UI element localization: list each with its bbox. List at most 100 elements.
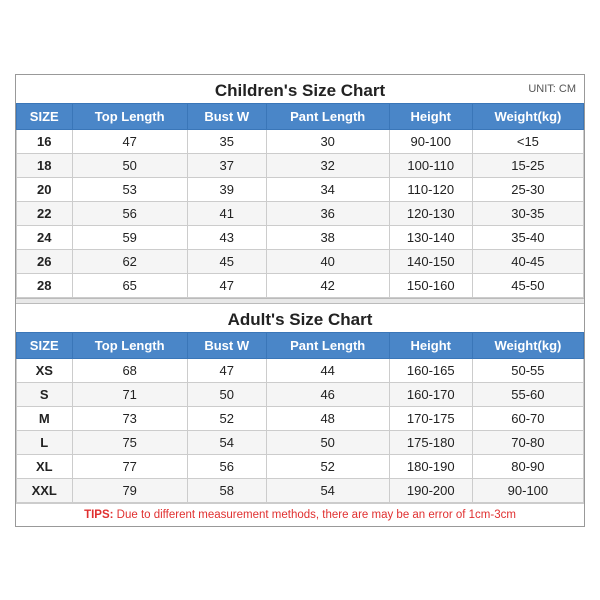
table-cell: 47 <box>72 129 187 153</box>
table-cell: 62 <box>72 249 187 273</box>
table-cell: 90-100 <box>389 129 472 153</box>
tips-text: Due to different measurement methods, th… <box>117 509 516 521</box>
children-col-size: SIZE <box>17 103 73 129</box>
table-cell: 58 <box>187 478 266 502</box>
tips-label: TIPS: <box>84 509 113 521</box>
table-cell: <15 <box>472 129 583 153</box>
table-cell: 160-165 <box>389 358 472 382</box>
adults-title-row: Adult's Size Chart <box>16 304 584 332</box>
table-cell: 65 <box>72 273 187 297</box>
table-cell: 26 <box>17 249 73 273</box>
table-cell: 170-175 <box>389 406 472 430</box>
table-cell: 140-150 <box>389 249 472 273</box>
table-cell: 56 <box>187 454 266 478</box>
table-cell: L <box>17 430 73 454</box>
table-cell: 43 <box>187 225 266 249</box>
table-cell: 160-170 <box>389 382 472 406</box>
table-cell: 30-35 <box>472 201 583 225</box>
table-cell: 16 <box>17 129 73 153</box>
table-row: L755450175-18070-80 <box>17 430 584 454</box>
table-cell: 60-70 <box>472 406 583 430</box>
children-col-toplength: Top Length <box>72 103 187 129</box>
table-cell: 50 <box>187 382 266 406</box>
table-cell: 25-30 <box>472 177 583 201</box>
table-cell: 54 <box>187 430 266 454</box>
children-col-height: Height <box>389 103 472 129</box>
table-cell: XL <box>17 454 73 478</box>
table-cell: 46 <box>266 382 389 406</box>
table-row: 18503732100-11015-25 <box>17 153 584 177</box>
adults-col-weight: Weight(kg) <box>472 332 583 358</box>
table-cell: 55-60 <box>472 382 583 406</box>
table-cell: 54 <box>266 478 389 502</box>
table-cell: 180-190 <box>389 454 472 478</box>
adults-col-toplength: Top Length <box>72 332 187 358</box>
children-table: SIZE Top Length Bust W Pant Length Heigh… <box>16 103 584 298</box>
adults-col-size: SIZE <box>17 332 73 358</box>
tips-row: TIPS: Due to different measurement metho… <box>16 503 584 526</box>
table-row: 28654742150-16045-50 <box>17 273 584 297</box>
table-cell: 110-120 <box>389 177 472 201</box>
size-chart-container: Children's Size Chart UNIT: CM SIZE Top … <box>15 74 585 527</box>
table-cell: 18 <box>17 153 73 177</box>
table-cell: 190-200 <box>389 478 472 502</box>
table-cell: 48 <box>266 406 389 430</box>
table-cell: 50 <box>72 153 187 177</box>
table-cell: 79 <box>72 478 187 502</box>
table-cell: 52 <box>187 406 266 430</box>
table-cell: 39 <box>187 177 266 201</box>
children-title-row: Children's Size Chart UNIT: CM <box>16 75 584 103</box>
table-cell: 53 <box>72 177 187 201</box>
table-cell: 38 <box>266 225 389 249</box>
table-row: XXL795854190-20090-100 <box>17 478 584 502</box>
adults-header-row: SIZE Top Length Bust W Pant Length Heigh… <box>17 332 584 358</box>
children-col-bustw: Bust W <box>187 103 266 129</box>
children-header-row: SIZE Top Length Bust W Pant Length Heigh… <box>17 103 584 129</box>
table-cell: 50-55 <box>472 358 583 382</box>
table-cell: 24 <box>17 225 73 249</box>
adults-col-height: Height <box>389 332 472 358</box>
table-cell: 100-110 <box>389 153 472 177</box>
table-cell: 40-45 <box>472 249 583 273</box>
table-cell: 32 <box>266 153 389 177</box>
table-cell: S <box>17 382 73 406</box>
table-cell: 44 <box>266 358 389 382</box>
table-cell: 75 <box>72 430 187 454</box>
table-cell: 45 <box>187 249 266 273</box>
table-row: 20533934110-12025-30 <box>17 177 584 201</box>
children-col-weight: Weight(kg) <box>472 103 583 129</box>
table-cell: 50 <box>266 430 389 454</box>
table-cell: 56 <box>72 201 187 225</box>
table-cell: 37 <box>187 153 266 177</box>
adults-title: Adult's Size Chart <box>228 310 373 329</box>
table-cell: 175-180 <box>389 430 472 454</box>
table-cell: 77 <box>72 454 187 478</box>
table-row: XS684744160-16550-55 <box>17 358 584 382</box>
adults-table: SIZE Top Length Bust W Pant Length Heigh… <box>16 332 584 503</box>
unit-label: UNIT: CM <box>528 83 576 95</box>
table-cell: 70-80 <box>472 430 583 454</box>
table-cell: 28 <box>17 273 73 297</box>
table-cell: 47 <box>187 358 266 382</box>
table-cell: 36 <box>266 201 389 225</box>
table-cell: 73 <box>72 406 187 430</box>
table-cell: 71 <box>72 382 187 406</box>
table-row: M735248170-17560-70 <box>17 406 584 430</box>
children-col-pantlength: Pant Length <box>266 103 389 129</box>
table-row: S715046160-17055-60 <box>17 382 584 406</box>
table-cell: 15-25 <box>472 153 583 177</box>
table-cell: 34 <box>266 177 389 201</box>
adults-col-bustw: Bust W <box>187 332 266 358</box>
table-cell: 45-50 <box>472 273 583 297</box>
table-cell: XXL <box>17 478 73 502</box>
table-cell: 59 <box>72 225 187 249</box>
table-row: 1647353090-100<15 <box>17 129 584 153</box>
table-cell: 35 <box>187 129 266 153</box>
adults-col-pantlength: Pant Length <box>266 332 389 358</box>
table-row: XL775652180-19080-90 <box>17 454 584 478</box>
table-cell: 30 <box>266 129 389 153</box>
table-cell: 150-160 <box>389 273 472 297</box>
table-cell: 47 <box>187 273 266 297</box>
table-row: 24594338130-14035-40 <box>17 225 584 249</box>
table-cell: 80-90 <box>472 454 583 478</box>
